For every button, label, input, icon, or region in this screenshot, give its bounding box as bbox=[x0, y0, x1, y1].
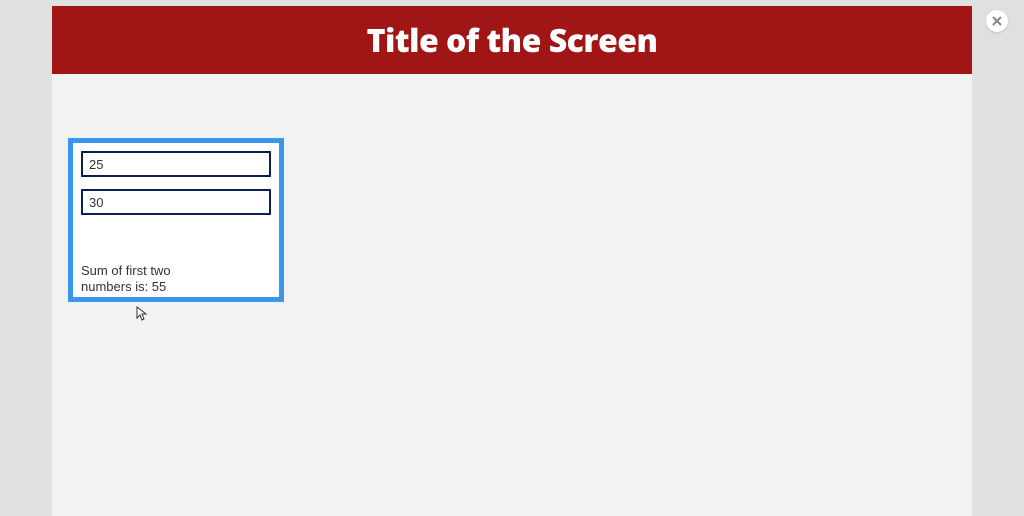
close-icon bbox=[992, 16, 1002, 26]
sum-result-text: Sum of first two numbers is: 55 bbox=[81, 263, 211, 294]
number-input-2[interactable] bbox=[81, 189, 271, 215]
number-input-1[interactable] bbox=[81, 151, 271, 177]
modal-container: Title of the Screen Sum of first two num… bbox=[52, 6, 972, 516]
page-title: Title of the Screen bbox=[367, 19, 658, 62]
sum-widget: Sum of first two numbers is: 55 bbox=[68, 138, 284, 302]
close-button[interactable] bbox=[986, 10, 1008, 32]
header-bar: Title of the Screen bbox=[52, 6, 972, 74]
